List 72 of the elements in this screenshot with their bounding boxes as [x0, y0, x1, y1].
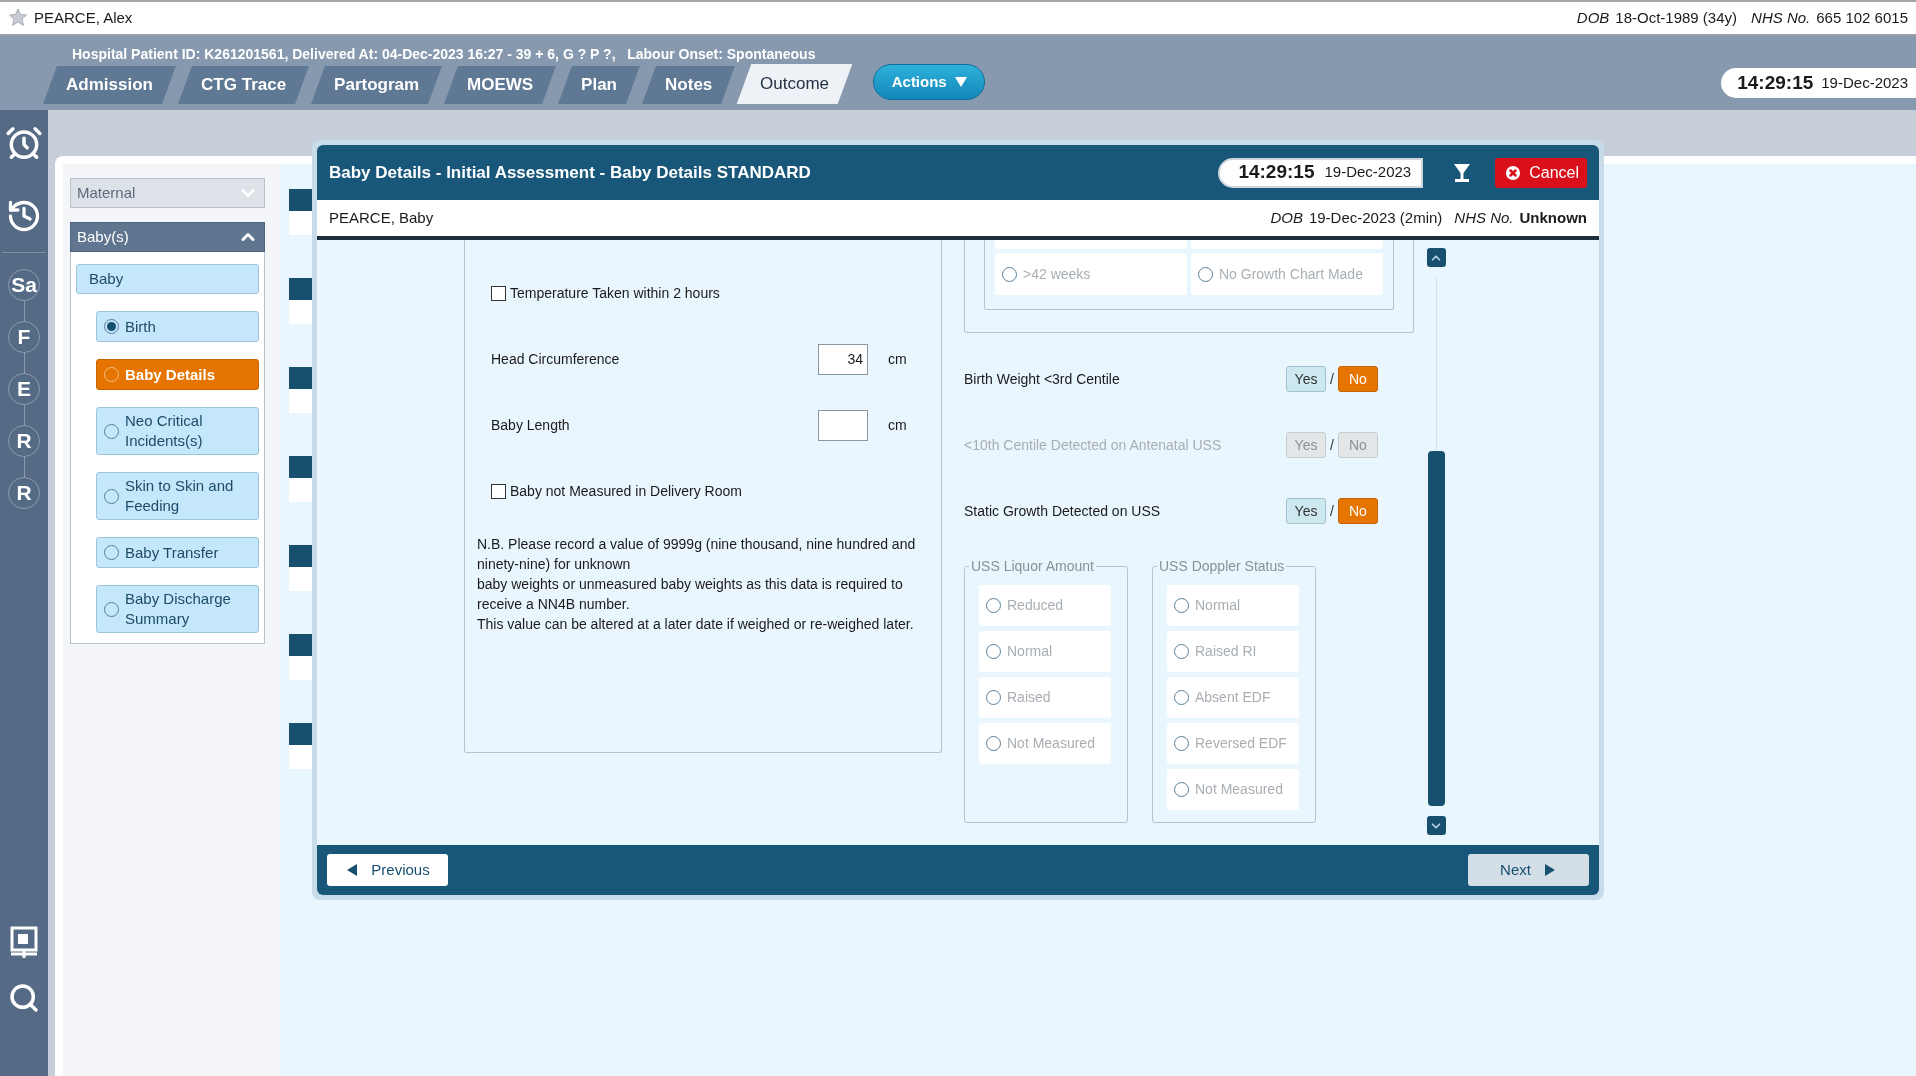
nhs-value: Unknown [1519, 207, 1587, 228]
monitor-icon[interactable] [9, 926, 39, 960]
search-icon[interactable] [8, 982, 40, 1014]
choice-button[interactable]: No [1337, 366, 1378, 392]
alarm-clock-icon[interactable] [5, 124, 43, 162]
delivery-info: Hospital Patient ID: K261201561, Delivered At: 04-Dec-2023 16:27 - 39 + 6, G ? P ?, Labour Onset: Spontaneous [72, 46, 816, 62]
unit-label: cm [888, 415, 907, 435]
tab[interactable]: Notes [642, 66, 736, 104]
nav-item[interactable]: Baby Details [96, 359, 259, 390]
group-legend: USS Doppler Status [1157, 556, 1287, 577]
checkbox-label: Temperature Taken within 2 hours [510, 283, 720, 303]
question-label: <10th Centile Detected on Antenatal USS [964, 435, 1223, 455]
cancel-button[interactable]: Cancel [1495, 157, 1587, 188]
separator: / [1330, 435, 1334, 455]
option-label: No Growth Chart Made [1219, 264, 1363, 284]
dob-value: 18-Oct-1989 (34y) [1615, 7, 1738, 28]
unit-label: cm [888, 349, 907, 369]
field-label: Head Circumference [491, 349, 621, 369]
checkbox[interactable] [491, 483, 506, 499]
previous-button[interactable]: Previous [327, 854, 448, 886]
tab[interactable]: MOEWS [444, 66, 556, 104]
scrollbar-thumb[interactable] [1427, 451, 1445, 806]
tab[interactable]: Outcome [736, 64, 853, 104]
scroll-down-button[interactable] [1426, 816, 1446, 835]
baby-item[interactable]: Baby [76, 264, 259, 294]
field-label: Baby Length [491, 415, 571, 435]
choice-button[interactable]: Yes [1286, 498, 1326, 524]
nav-item[interactable]: Neo Critical Incidents(s) [96, 407, 259, 455]
dob-label: DOB [1270, 207, 1303, 228]
checkbox-label: Baby not Measured in Delivery Room [510, 481, 742, 501]
nav-item[interactable]: Baby Transfer [96, 537, 259, 568]
clock-display: 14:29:15 19-Dec-2023 [1218, 157, 1424, 188]
tab[interactable]: Partogram [311, 66, 442, 104]
tab[interactable]: CTG Trace [178, 66, 309, 104]
choice-button[interactable]: Yes [1286, 366, 1326, 392]
nhs-label: NHS No. [1751, 7, 1811, 28]
option-label: >42 weeks [1023, 264, 1091, 284]
caret-icon [954, 77, 967, 87]
baby-name: PEARCE, Baby [329, 207, 434, 228]
tab[interactable]: Plan [558, 66, 640, 104]
scroll-up-button[interactable] [1426, 248, 1446, 267]
separator: / [1330, 369, 1334, 389]
filter-icon[interactable] [1453, 162, 1472, 183]
star-icon [8, 8, 28, 28]
question-label: Static Growth Detected on USS [964, 501, 1162, 521]
history-icon[interactable] [6, 198, 42, 234]
input-field[interactable] [818, 409, 868, 441]
group-legend: USS Liquor Amount [969, 556, 1096, 577]
nav-item[interactable]: Baby Discharge Summary [96, 585, 259, 633]
input-field[interactable]: 34 [818, 343, 868, 375]
dob-value: 19-Dec-2023 (2min) [1308, 207, 1443, 228]
clock-display: 14:29:15 19-Dec-2023 [1721, 68, 1916, 98]
actions-button[interactable]: Actions [873, 64, 986, 100]
note-text: This value can be altered at a later date if weighed or re-weighed later. [477, 615, 915, 634]
nav-item[interactable]: Birth [96, 311, 259, 342]
section-header[interactable]: Baby(s) [70, 222, 265, 252]
nhs-label: NHS No. [1454, 207, 1514, 228]
patient-name: PEARCE, Alex [34, 7, 133, 28]
left-arrow-icon [345, 863, 360, 877]
dialog-title: Baby Details - Initial Assessment - Baby Details STANDARD [329, 161, 811, 184]
nhs-value: 665 102 6015 [1816, 7, 1908, 28]
section-header[interactable]: Maternal [70, 178, 265, 208]
checkbox[interactable] [491, 285, 506, 301]
next-button[interactable]: Next [1468, 854, 1589, 886]
nav-item[interactable]: Skin to Skin and Feeding [96, 472, 259, 520]
dob-label: DOB [1576, 7, 1610, 28]
note-text: baby weights or unmeasured baby weights as this data is required to receive a NN4B number. [477, 575, 904, 614]
separator: / [1330, 501, 1334, 521]
tab[interactable]: Admission [43, 66, 176, 104]
right-arrow-icon [1542, 863, 1557, 877]
choice-button[interactable]: No [1337, 498, 1378, 524]
question-label: Birth Weight <3rd Centile [964, 369, 1121, 389]
